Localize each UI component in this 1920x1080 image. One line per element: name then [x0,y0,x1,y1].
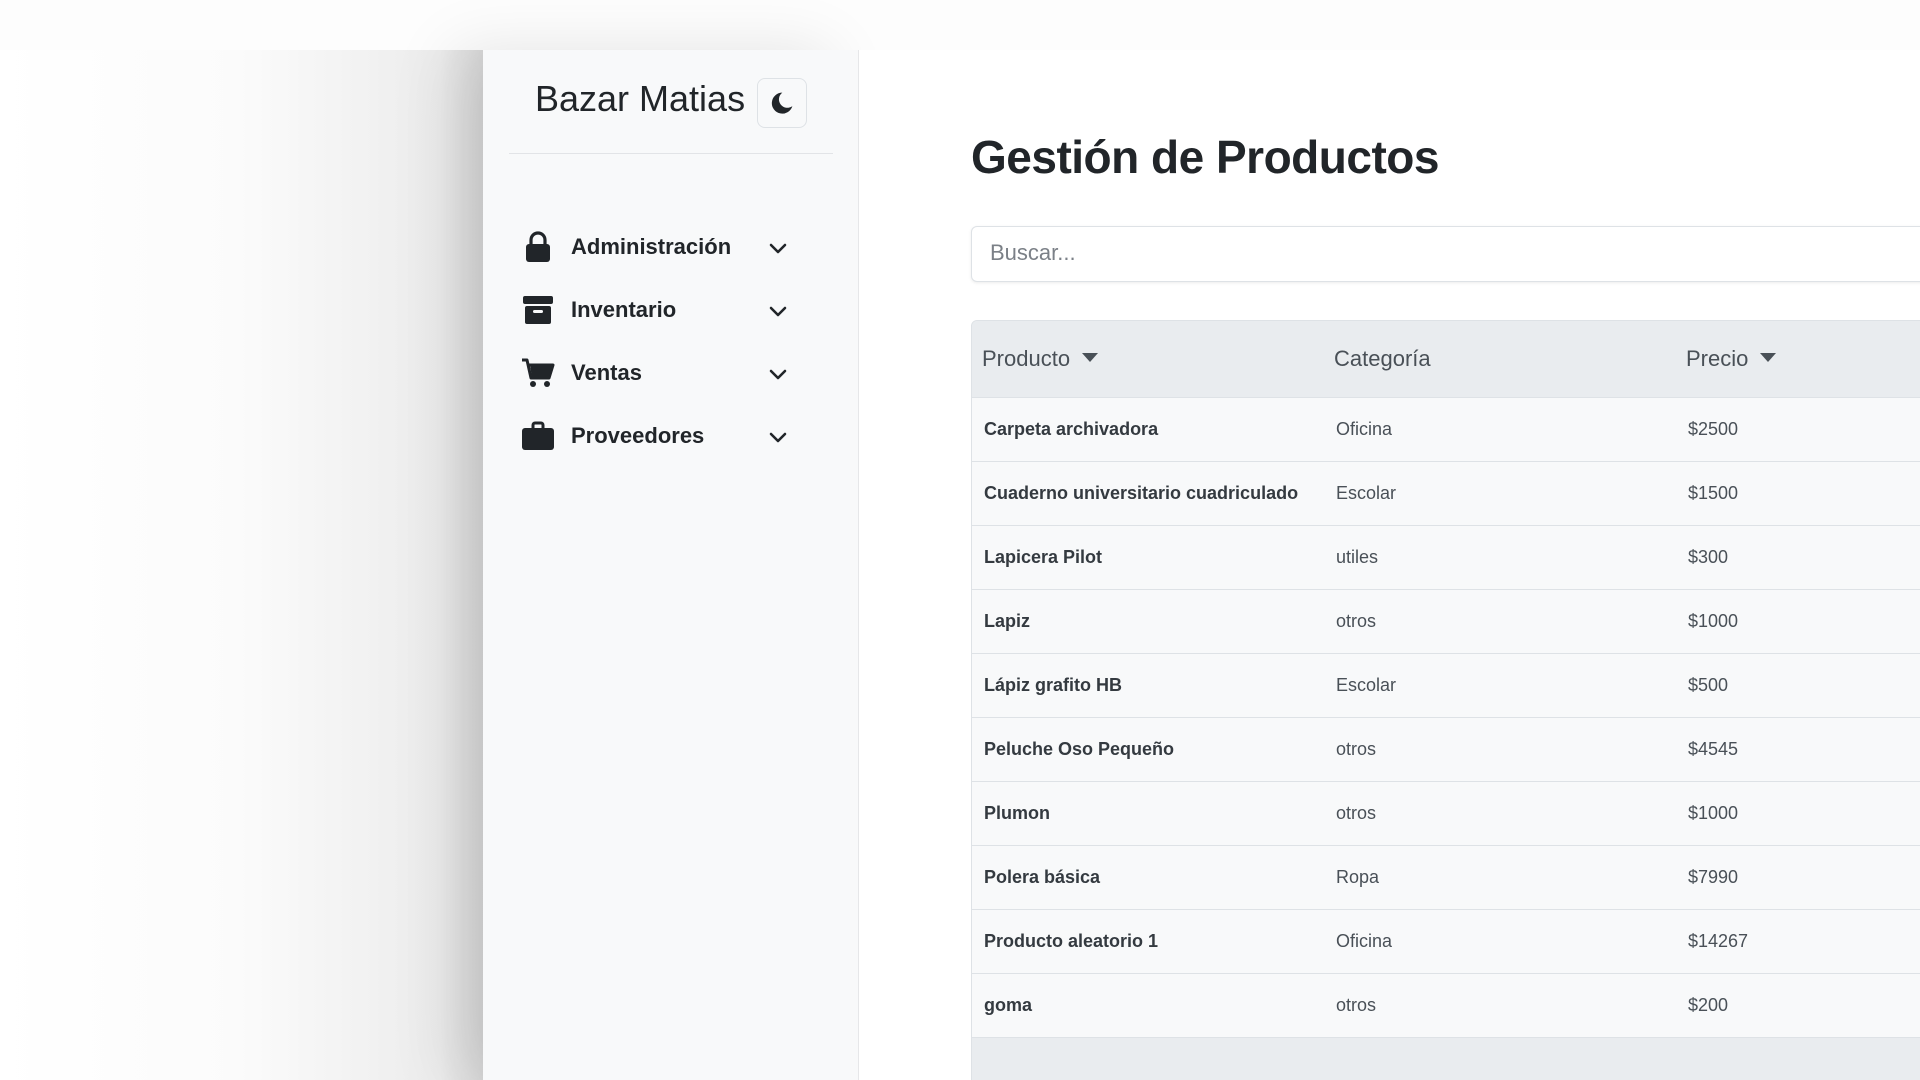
cell-price: $1500 [1676,461,1920,526]
main-content: Gestión de Productos Producto Categoría [859,50,1920,1080]
cell-product: Lapicera Pilot [972,525,1324,590]
products-table: Producto Categoría Precio Carpeta archiv… [972,321,1920,1038]
cell-category: otros [1324,717,1676,782]
moon-icon [771,92,793,114]
table-body: Carpeta archivadora Oficina $2500 Cuaderno … [972,397,1920,1038]
sidebar-header: Bazar Matias [483,50,858,154]
cell-product: Peluche Oso Pequeño [972,717,1324,782]
table-header-row: Producto Categoría Precio [972,321,1920,398]
cell-price: $500 [1676,653,1920,718]
cell-category: Oficina [1324,397,1676,462]
sort-caret-icon [1760,353,1777,363]
column-header-categoria: Categoría [1324,321,1676,398]
cell-price: $14267 [1676,909,1920,974]
cell-price: $1000 [1676,781,1920,846]
cell-price: $4545 [1676,717,1920,782]
cell-product: goma [972,973,1324,1038]
sidebar-item-label: Ventas [571,360,642,385]
lock-icon [521,230,555,264]
table-row[interactable]: Carpeta archivadora Oficina $2500 [972,397,1920,462]
theme-toggle-button[interactable] [757,78,807,128]
column-header-label: Precio [1686,345,1749,371]
cell-price: $1000 [1676,589,1920,654]
brand-title: Bazar Matias [535,78,746,119]
sidebar-item-proveedores[interactable]: Proveedores [521,411,821,463]
cell-product: Lapiz [972,589,1324,654]
cell-price: $7990 [1676,845,1920,910]
app-stage: Bazar Matias Administración Inventario V… [0,0,1920,1080]
cell-category: otros [1324,973,1676,1038]
archive-icon [521,293,555,327]
sidebar: Bazar Matias Administración Inventario V… [483,50,859,1080]
cell-category: Ropa [1324,845,1676,910]
sidebar-item-administracion[interactable]: Administración [521,222,821,274]
cell-category: utiles [1324,525,1676,590]
cell-price: $300 [1676,525,1920,590]
cell-category: Oficina [1324,909,1676,974]
column-header-label: Categoría [1334,345,1431,371]
cell-product: Lápiz grafito HB [972,653,1324,718]
sidebar-divider [509,153,833,154]
table-row[interactable]: goma otros $200 [972,973,1920,1038]
sidebar-item-label: Proveedores [571,423,705,448]
column-header-precio[interactable]: Precio [1676,321,1920,398]
column-header-label: Producto [982,345,1071,371]
cell-product: Carpeta archivadora [972,397,1324,462]
sidebar-item-ventas[interactable]: Ventas [521,348,821,400]
cell-category: Escolar [1324,461,1676,526]
cell-price: $2500 [1676,397,1920,462]
page-title: Gestión de Productos [971,131,1439,183]
cell-category: otros [1324,589,1676,654]
cell-product: Producto aleatorio 1 [972,909,1324,974]
chevron-down-icon [769,432,787,443]
search-input[interactable] [972,227,1908,279]
search-box [971,226,1920,282]
sidebar-item-label: Administración [571,234,732,259]
sidebar-item-label: Inventario [571,297,677,322]
top-band [0,0,1920,50]
cell-category: Escolar [1324,653,1676,718]
table-row[interactable]: Cuaderno universitario cuadriculado Escol… [972,461,1920,526]
table-row[interactable]: Lápiz grafito HB Escolar $500 [972,653,1920,718]
briefcase-icon [521,419,555,453]
sidebar-item-inventario[interactable]: Inventario [521,285,821,337]
cell-product: Polera básica [972,845,1324,910]
table-row[interactable]: Producto aleatorio 1 Oficina $14267 [972,909,1920,974]
cell-product: Cuaderno universitario cuadriculado [972,461,1324,526]
table-row[interactable]: Lapicera Pilot utiles $300 [972,525,1920,590]
table-row[interactable]: Peluche Oso Pequeño otros $4545 [972,717,1920,782]
cart-icon [521,356,555,390]
cell-price: $200 [1676,973,1920,1038]
cell-category: otros [1324,781,1676,846]
chevron-down-icon [769,369,787,380]
cell-product: Plumon [972,781,1324,846]
table-row[interactable]: Lapiz otros $1000 [972,589,1920,654]
table-row[interactable]: Plumon otros $1000 [972,781,1920,846]
sort-caret-icon [1082,353,1099,363]
chevron-down-icon [769,306,787,317]
chevron-down-icon [769,243,787,254]
column-header-producto[interactable]: Producto [972,321,1324,398]
products-table-container: Producto Categoría Precio Carpeta archiv… [971,320,1920,1080]
table-row[interactable]: Polera básica Ropa $7990 [972,845,1920,910]
